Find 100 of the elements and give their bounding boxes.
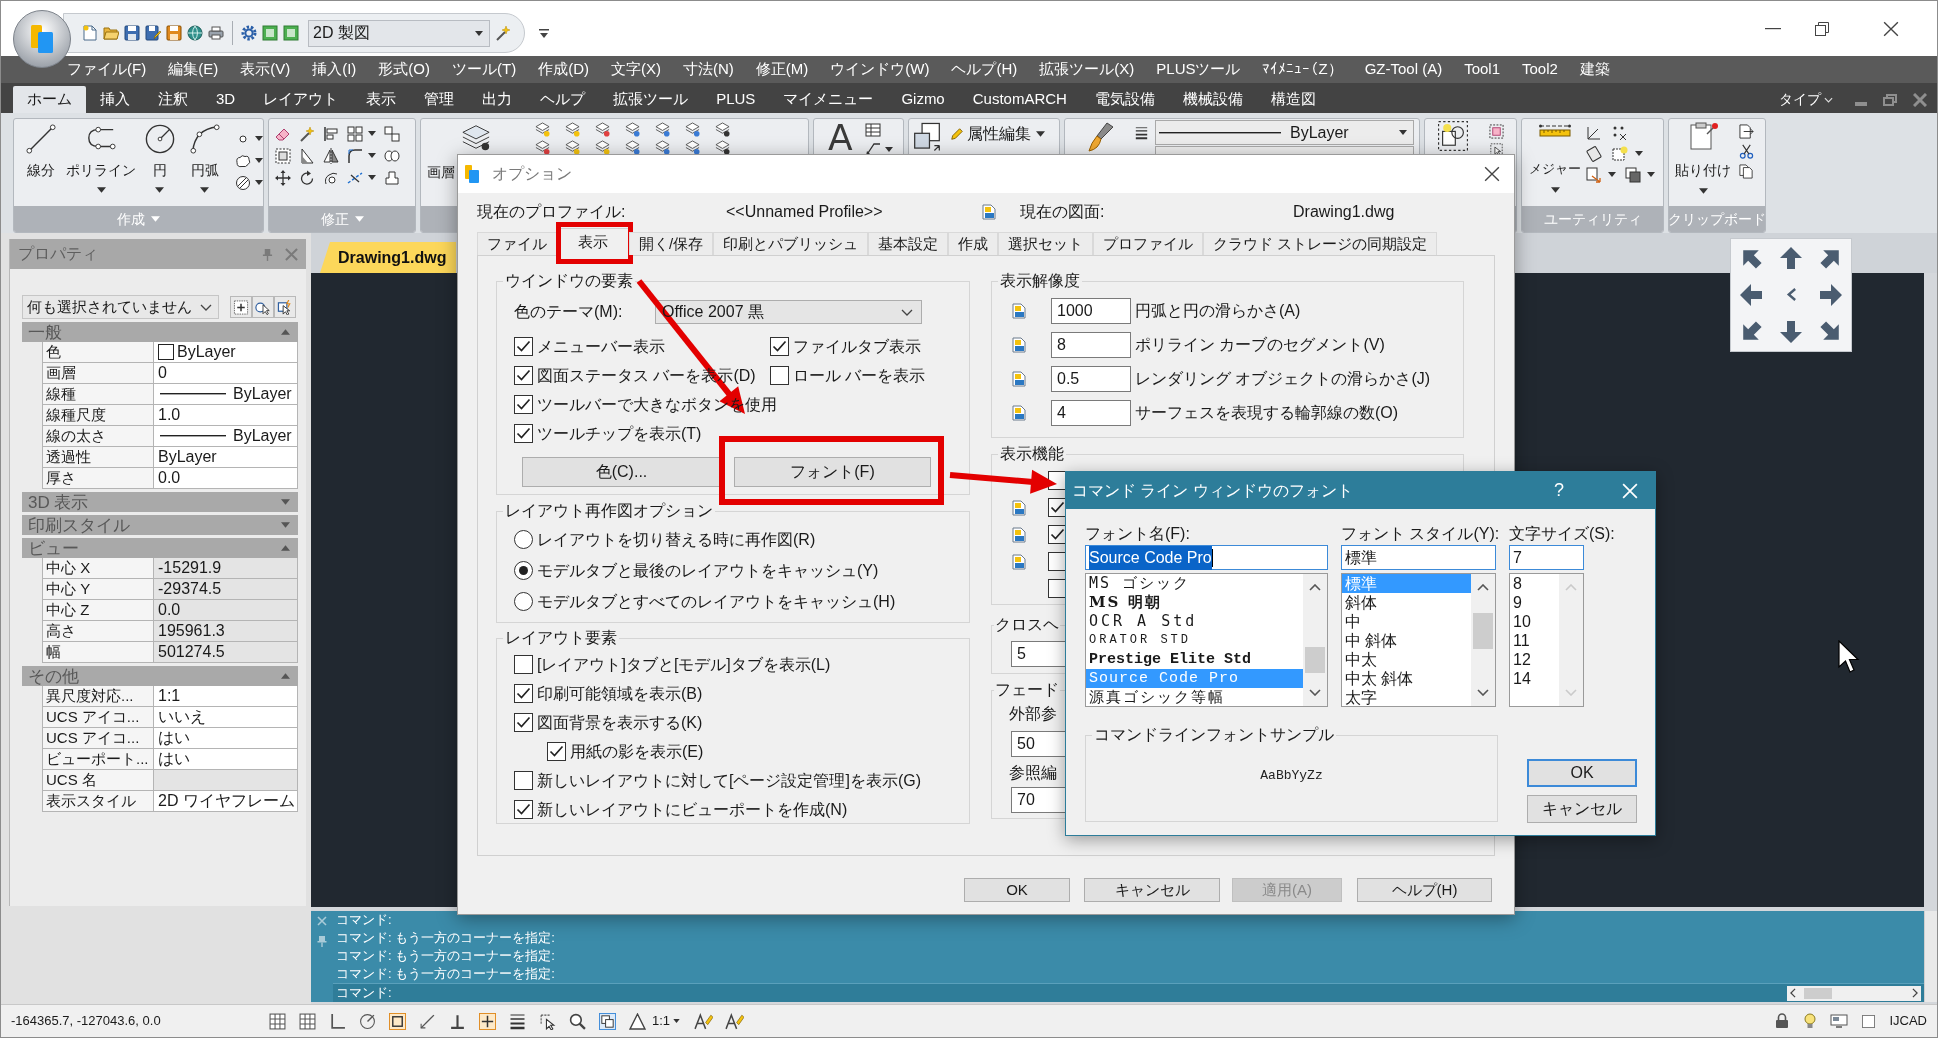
caret-icon[interactable] [255,158,263,163]
text-field[interactable]: 8 [1051,332,1131,358]
list-item[interactable]: 中 斜体 [1342,631,1471,650]
list-item[interactable]: 8 [1510,574,1559,593]
lock-icon[interactable] [1774,1013,1791,1029]
ribbon-tab[interactable]: マイメニュー [769,86,888,113]
caret-icon[interactable] [1608,172,1616,177]
menu-item[interactable]: PLUSツール [1156,58,1241,81]
text-tool-button[interactable]: A [828,120,853,156]
squares-icon[interactable] [384,125,400,142]
menu-item[interactable]: ファイル(F) [67,58,147,81]
annotation-scale-dropdown[interactable]: 1:1 [652,1011,681,1031]
horizontal-scrollbar[interactable] [1787,985,1921,1001]
menu-item[interactable]: ﾏｲﾒﾆｭｰ（Z） [1262,58,1343,81]
scrollbar-thumb[interactable] [1804,987,1832,999]
menu-item[interactable]: ウインドウ(W) [830,58,930,81]
checkbox[interactable] [514,337,533,356]
text-field[interactable]: 0.5 [1051,366,1131,392]
t-shape-icon[interactable] [449,1012,466,1030]
list-item[interactable]: ORATOR STD [1086,631,1303,650]
caret-icon[interactable] [884,146,893,152]
checkbox[interactable] [770,337,789,356]
line-weights-icon[interactable] [1135,126,1148,140]
cloud-icon[interactable] [235,152,251,169]
annotation-pen-icon[interactable] [725,1012,745,1030]
layer-stack-icon[interactable] [595,140,610,155]
caret-icon[interactable] [255,180,263,185]
layer-stack-icon[interactable] [685,140,700,155]
caret-icon[interactable] [539,29,549,38]
checkbox[interactable] [514,366,533,385]
text-field[interactable]: 50 [1011,731,1066,757]
page-arrow-icon[interactable] [1739,124,1754,139]
scrollbar-thumb[interactable] [1473,613,1493,649]
arrow-down-icon[interactable] [1779,320,1803,345]
ribbon-button[interactable]: 円弧 [182,122,227,206]
wand-icon[interactable] [299,125,315,142]
annotation-pen-icon[interactable] [694,1012,714,1030]
text-field[interactable]: Source Code Pro [1085,545,1328,570]
floppy-pencil-icon[interactable] [145,25,161,41]
dialog-tab[interactable]: プロファイル [1093,232,1204,255]
arrow-left-icon[interactable] [1739,283,1763,307]
menu-item[interactable]: 修正(M) [755,58,809,81]
crosshair-icon[interactable] [479,1012,496,1030]
caret-icon[interactable] [1635,151,1643,156]
dialog-tab[interactable]: 開く/保存 [629,232,714,255]
folder-icon[interactable] [103,25,119,41]
menu-item[interactable]: ヘルプ(H) [951,58,1018,81]
scissors-icon[interactable] [1739,144,1754,159]
globe-icon[interactable] [187,25,203,41]
ribbon-tab[interactable]: 機械設備 [1168,86,1257,113]
ribbon-tab[interactable]: 挿入 [86,86,144,113]
ribbon-tab[interactable]: 注釈 [144,86,202,113]
dotted-rectangle-icon[interactable] [275,147,291,164]
menu-item[interactable]: 表示(V) [240,58,291,81]
list-item[interactable]: 太字 [1342,688,1471,706]
list-item[interactable]: MS 明朝 [1086,593,1303,612]
monitor-icon[interactable] [1830,1014,1849,1028]
block-icon[interactable] [912,121,942,153]
hatch-icon[interactable] [235,174,251,191]
line-weights-icon[interactable] [509,1012,526,1030]
calculator-icon[interactable] [1586,145,1602,162]
floppy-icon[interactable] [166,25,182,41]
menu-item[interactable]: Tool2 [1522,58,1558,81]
text-field[interactable]: 70 [1011,787,1066,813]
arrow-right-icon[interactable] [1819,283,1843,307]
polar-icon[interactable] [359,1012,376,1030]
dialog-tab[interactable]: ファイル [477,232,557,255]
menu-item[interactable]: 形式(O) [378,58,430,81]
minimize-icon[interactable] [1765,28,1781,30]
dialog-button[interactable]: キャンセル [1084,878,1220,902]
overlap-squares-icon[interactable] [1625,166,1641,183]
ribbon-tab[interactable]: ホーム [13,86,86,113]
selection-squares-icon[interactable] [599,1012,616,1030]
arrow-up-icon[interactable] [1779,245,1803,270]
floppy-icon[interactable] [124,25,140,41]
dialog-button[interactable]: 色(C)... [522,457,721,487]
cursor-squares-icon[interactable] [1489,143,1504,156]
checkbox[interactable] [514,771,533,790]
list-item[interactable]: OCR A Std [1086,612,1303,631]
caret-icon[interactable] [368,153,376,158]
wand-icon[interactable] [495,25,511,41]
radio-button[interactable] [514,561,533,580]
caret-icon[interactable] [1647,172,1655,177]
object-snap-icon[interactable] [389,1012,406,1030]
ribbon-tab[interactable]: レイアウト [249,86,353,113]
list-item[interactable]: 10 [1510,612,1559,631]
table-icon[interactable] [864,123,881,137]
text-field[interactable]: 5 [1011,641,1066,667]
text-field[interactable]: 1000 [1051,298,1131,324]
layers-icon[interactable] [461,122,491,152]
ribbon-tab[interactable]: 管理 [410,86,469,113]
ribbon-tab[interactable]: 表示 [352,86,411,113]
caret-icon[interactable] [368,175,376,180]
layer-stack-icon[interactable] [715,122,730,137]
vertical-scrollbar[interactable] [1471,574,1495,706]
ribbon-tab[interactable]: 3D [202,86,250,113]
sheet-icon[interactable] [262,25,278,41]
vertical-scrollbar[interactable] [1303,574,1327,706]
ribbon-tab[interactable]: PLUS [702,86,770,113]
dialog-button[interactable]: ヘルプ(H) [1357,878,1492,902]
